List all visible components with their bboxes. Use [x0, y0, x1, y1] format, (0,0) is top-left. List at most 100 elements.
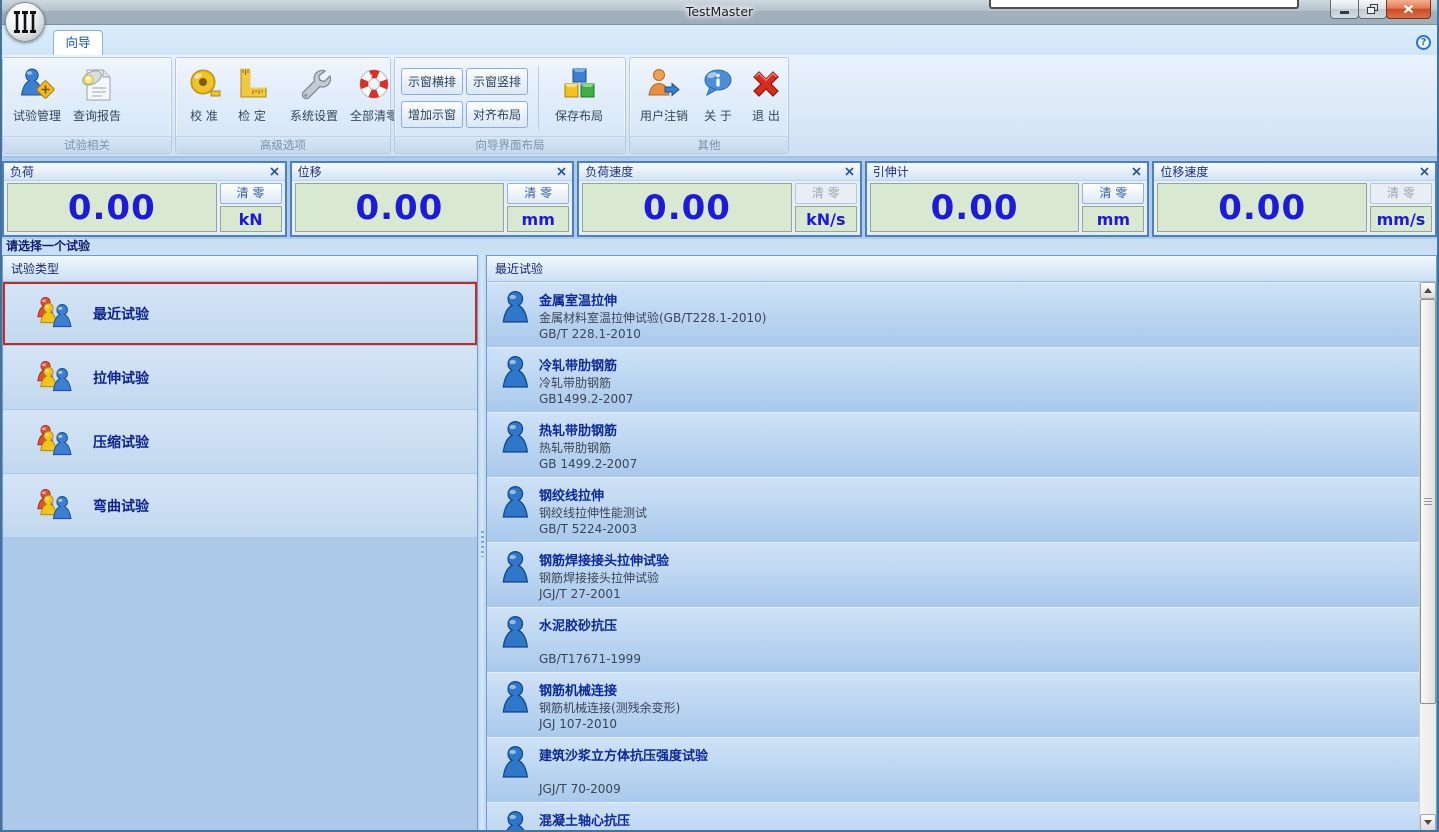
restore-button[interactable]: [1358, 0, 1387, 19]
test-type-label: 拉伸试验: [93, 368, 149, 388]
ribbon-group-layout: 示窗横排 示窗竖排 增加示窗 对齐布局: [394, 57, 626, 154]
recent-tests-header: 最近试验: [487, 256, 1436, 282]
save-layout-button[interactable]: 保存布局: [549, 60, 609, 136]
meter-title: 引伸计: [873, 163, 1133, 180]
recent-test-subtitle: 金属材料室温拉伸试验(GB/T228.1-2010): [539, 309, 767, 326]
recent-test-title: 热轧带肋钢筋: [539, 420, 617, 439]
panel-close-icon[interactable]: [557, 167, 566, 176]
recent-test-subtitle: 钢筋焊接接头拉伸试验: [539, 569, 659, 586]
meter-value: 0.00: [643, 188, 731, 228]
test-type-item[interactable]: 压缩试验: [3, 410, 477, 474]
meter-header: 负荷速度: [579, 163, 860, 181]
meter-close-button[interactable]: [845, 167, 854, 176]
meter-value-display: 0.00: [870, 183, 1080, 232]
pawn-icon-wrap: [501, 811, 531, 831]
windows-vertical-button[interactable]: 示窗竖排: [466, 68, 528, 95]
recent-test-item[interactable]: 金属室温拉伸金属材料室温拉伸试验(GB/T228.1-2010)GB/T 228…: [487, 282, 1419, 347]
meter-close-button[interactable]: [1132, 167, 1141, 176]
recent-test-subtitle: 冷轧带肋钢筋: [539, 374, 611, 391]
scrollbar-thumb[interactable]: [1420, 299, 1436, 704]
recent-test-item[interactable]: 热轧带肋钢筋热轧带肋钢筋GB 1499.2-2007: [487, 412, 1419, 477]
recent-tests-panel: 最近试验 金属室温拉伸金属材料室温拉伸试验(GB/T228.1-2010)GB/…: [486, 255, 1437, 832]
exit-button[interactable]: 退 出: [742, 60, 790, 136]
meter-panel: 位移0.00清 零mm: [290, 161, 575, 237]
panel-splitter[interactable]: [478, 255, 486, 832]
add-window-button[interactable]: 增加示窗: [401, 101, 463, 128]
system-settings-button[interactable]: 系统设置: [284, 60, 344, 136]
user-logout-button[interactable]: 用户注销: [634, 60, 694, 136]
meter-row: 负荷0.00清 零kN位移0.00清 零mm负荷速度0.00清 零kN/s引伸计…: [0, 160, 1439, 238]
clear-zero-button[interactable]: 清 零: [507, 183, 569, 204]
meter-unit: kN: [220, 206, 282, 232]
minimize-button[interactable]: [1330, 0, 1359, 19]
recent-test-item[interactable]: 冷轧带肋钢筋冷轧带肋钢筋GB1499.2-2007: [487, 347, 1419, 412]
pawn-group-icon: [37, 361, 75, 395]
test-type-list: 最近试验拉伸试验压缩试验弯曲试验: [3, 282, 477, 831]
recent-test-item[interactable]: 水泥胶砂抗压GB/T17671-1999: [487, 607, 1419, 672]
app-icon[interactable]: [5, 2, 45, 42]
ribbon-button-label: 系统设置: [290, 107, 338, 124]
pawn-icon-wrap: [501, 616, 531, 651]
ribbon-button-label: 退 出: [752, 107, 780, 124]
about-button[interactable]: 关 于: [694, 60, 742, 136]
recent-test-item[interactable]: 建筑沙浆立方体抗压强度试验JGJ/T 70-2009: [487, 737, 1419, 802]
align-layout-button[interactable]: 对齐布局: [466, 101, 528, 128]
meter-title: 负荷速度: [585, 163, 845, 180]
panel-close-icon[interactable]: [1420, 167, 1429, 176]
recent-test-item[interactable]: 钢筋焊接接头拉伸试验钢筋焊接接头拉伸试验JGJ/T 27-2001: [487, 542, 1419, 607]
test-type-header: 试验类型: [3, 256, 477, 282]
scrollbar-track[interactable]: [1420, 299, 1436, 814]
scroll-down-button[interactable]: [1420, 814, 1436, 831]
recent-test-title: 冷轧带肋钢筋: [539, 355, 617, 374]
meter-close-button[interactable]: [270, 167, 279, 176]
pawn-icon-wrap: [501, 356, 531, 391]
verify-button[interactable]: 检 定: [228, 60, 276, 136]
recent-test-standard: GB/T 228.1-2010: [539, 327, 641, 341]
scrollbar[interactable]: [1419, 282, 1436, 831]
test-type-item[interactable]: 最近试验: [3, 282, 477, 346]
recent-test-item[interactable]: 混凝土轴心抗压: [487, 802, 1419, 831]
pawn-icon-wrap: [501, 421, 531, 456]
recent-test-item[interactable]: 钢绞线拉伸钢绞线拉伸性能测试GB/T 5224-2003: [487, 477, 1419, 542]
recent-test-title: 水泥胶砂抗压: [539, 615, 617, 634]
meter-value-display: 0.00: [7, 183, 217, 232]
panel-close-icon[interactable]: [1132, 167, 1141, 176]
meter-panel: 引伸计0.00清 零mm: [865, 161, 1150, 237]
recent-test-standard: GB 1499.2-2007: [539, 457, 637, 471]
recent-test-standard: JGJ/T 27-2001: [539, 587, 621, 601]
recent-test-standard: JGJ 107-2010: [539, 717, 617, 731]
scroll-up-button[interactable]: [1420, 282, 1436, 299]
help-icon[interactable]: ?: [1416, 35, 1431, 50]
test-management-button[interactable]: 试验管理: [7, 60, 67, 136]
recent-test-item[interactable]: 钢筋机械连接钢筋机械连接(测残余变形)JGJ 107-2010: [487, 672, 1419, 737]
meter-close-button[interactable]: [1420, 167, 1429, 176]
pawn-icon: [501, 811, 531, 831]
clear-zero-button[interactable]: 清 零: [1082, 183, 1144, 204]
test-type-item[interactable]: 拉伸试验: [3, 346, 477, 410]
lifebuoy-icon: [355, 66, 393, 104]
test-type-label: 弯曲试验: [93, 496, 149, 516]
tab-wizard[interactable]: 向导: [53, 30, 103, 55]
tape-measure-icon: [186, 66, 222, 104]
test-type-item[interactable]: 弯曲试验: [3, 474, 477, 538]
panel-close-icon[interactable]: [845, 167, 854, 176]
pawn-icon-wrap: [501, 681, 531, 716]
pawn-icon: [501, 681, 531, 713]
test-type-panel: 试验类型 最近试验拉伸试验压缩试验弯曲试验: [2, 255, 478, 832]
meter-header: 引伸计: [867, 163, 1148, 181]
meter-close-button[interactable]: [557, 167, 566, 176]
ribbon-button-label: 全部清零: [350, 107, 398, 124]
clear-zero-button[interactable]: 清 零: [220, 183, 282, 204]
recent-test-title: 钢绞线拉伸: [539, 485, 604, 504]
query-report-button[interactable]: 查询报告: [67, 60, 127, 136]
recent-test-standard: JGJ/T 70-2009: [539, 782, 621, 796]
calibrate-button[interactable]: 校 准: [180, 60, 228, 136]
panel-close-icon[interactable]: [270, 167, 279, 176]
close-button[interactable]: [1386, 0, 1431, 19]
ribbon: 试验管理 查询报告 试验相关: [0, 55, 1439, 158]
meter-title: 负荷: [10, 163, 270, 180]
windows-horizontal-button[interactable]: 示窗横排: [401, 68, 463, 95]
close-icon: [1403, 4, 1414, 14]
ribbon-group-label: 向导界面布局: [395, 136, 625, 153]
pawn-icon: [501, 421, 531, 453]
